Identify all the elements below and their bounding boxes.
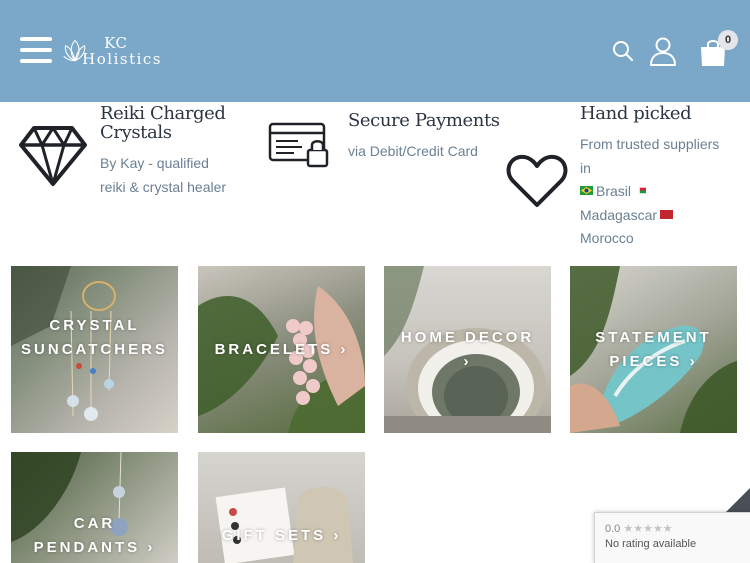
madagascar-flag-icon — [637, 187, 646, 194]
feature-title-handpicked: Hand picked — [580, 103, 692, 124]
tile-label: STATEMENT PIECES › — [595, 329, 712, 370]
tile-car-pendants[interactable]: CAR PENDANTS › — [11, 452, 178, 563]
search-icon[interactable] — [612, 40, 634, 62]
diamond-icon — [19, 126, 87, 186]
tile-home-decor[interactable]: HOME DECOR › — [384, 266, 551, 433]
tile-label: BRACELETS › — [214, 341, 349, 358]
secure-card-icon — [268, 122, 329, 168]
star-icons: ★★★★★ — [623, 523, 673, 535]
logo-line-kc: KC — [104, 33, 128, 52]
feature-sub-reiki: By Kay - qualified reiki & crystal heale… — [100, 155, 227, 195]
recaptcha-rating-badge: 0.0 ★★★★★ No rating available — [594, 512, 750, 563]
rating-text: No rating available — [605, 538, 697, 550]
rating-stars: 0.0 ★★★★★ — [605, 523, 673, 535]
user-account-icon[interactable] — [648, 36, 678, 66]
tile-label: CRYSTAL SUNCATCHERS — [21, 317, 168, 358]
tile-label: HOME DECOR › — [400, 329, 535, 370]
tile-crystal-suncatchers[interactable]: CRYSTAL SUNCATCHERS — [11, 266, 178, 433]
cart-count-badge: 0 — [718, 30, 738, 50]
tile-gift-sets[interactable]: GIFT SETS › — [198, 452, 365, 563]
site-logo[interactable]: KC Holistics — [62, 32, 162, 70]
site-header: KC Holistics 0 — [0, 0, 750, 102]
tile-label: GIFT SETS › — [221, 527, 342, 544]
tile-statement-pieces[interactable]: STATEMENT PIECES › — [570, 266, 737, 433]
feature-title-reiki: Reiki Charged Crystals — [100, 103, 226, 143]
menu-icon[interactable] — [20, 37, 52, 65]
feature-sub-handpicked: From trusted suppliers in Brasil Madagas… — [580, 133, 719, 251]
heart-icon — [506, 154, 568, 207]
feature-sub-payments: via Debit/Credit Card — [348, 143, 478, 159]
feature-title-payments: Secure Payments — [348, 110, 500, 131]
logo-line-holistics: Holistics — [82, 49, 162, 68]
country-brasil: Brasil — [596, 183, 632, 199]
tile-label: CAR PENDANTS › — [33, 515, 156, 556]
tile-bracelets[interactable]: BRACELETS › — [198, 266, 365, 433]
brazil-flag-icon — [580, 186, 593, 195]
morocco-flag-icon — [660, 209, 674, 219]
scroll-to-top-corner[interactable] — [726, 488, 750, 512]
country-madagascar: Madagascar — [580, 206, 658, 223]
country-morocco: Morocco — [580, 230, 634, 246]
